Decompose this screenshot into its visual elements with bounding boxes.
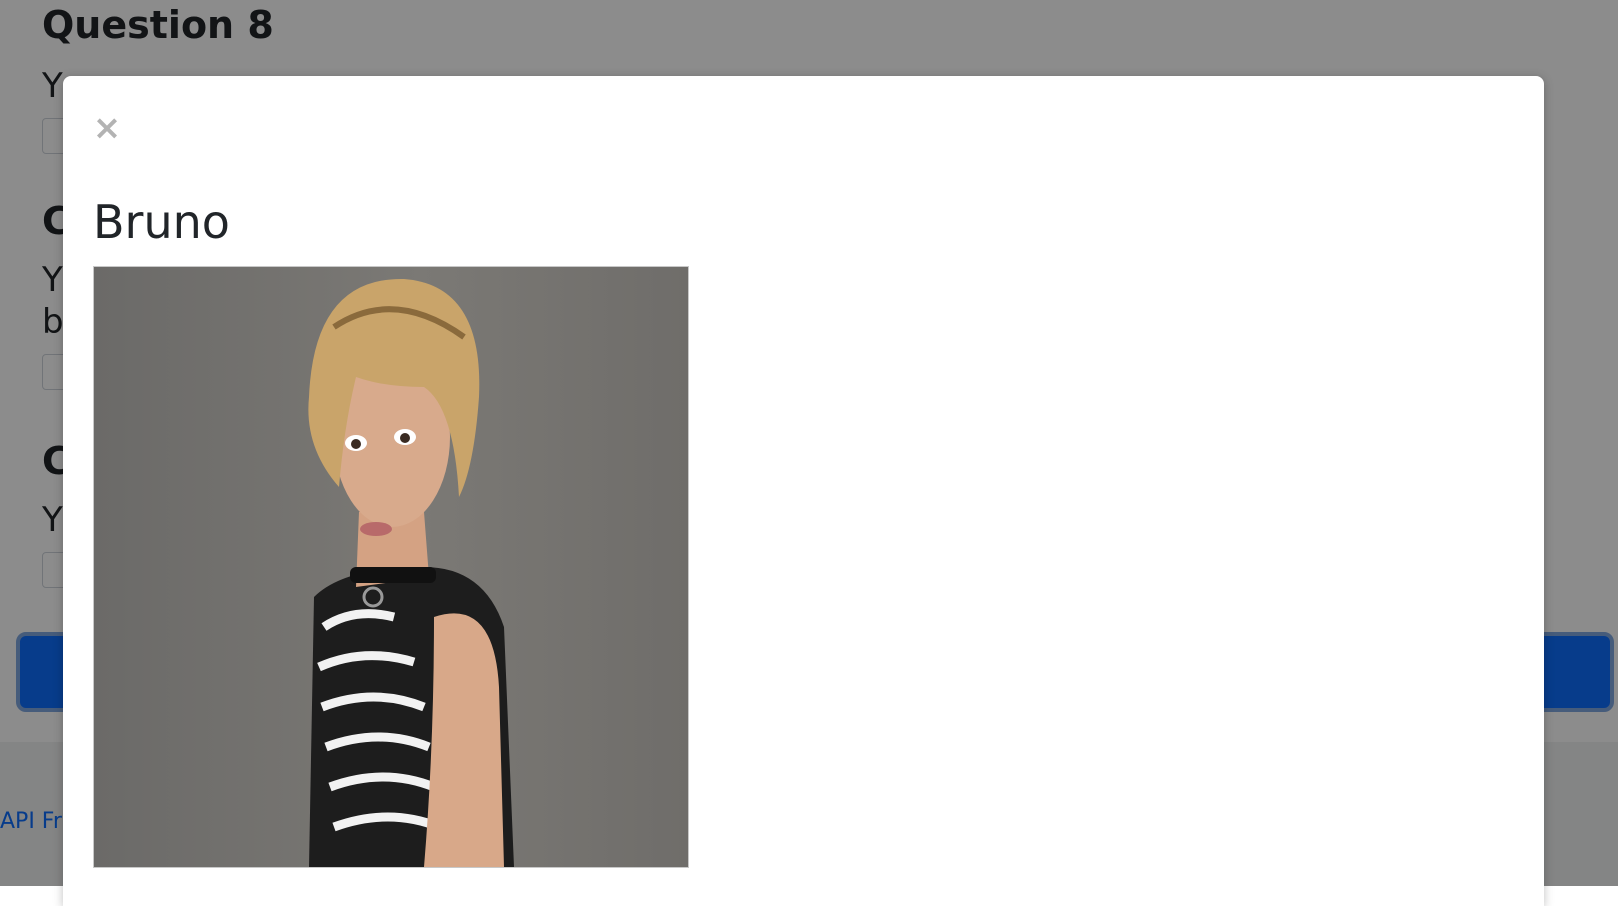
image-modal: × Bruno [63,76,1544,906]
close-icon[interactable]: × [91,111,123,145]
bruno-photo [93,266,689,868]
portrait-illustration [308,278,514,867]
modal-title: Bruno [93,195,230,249]
